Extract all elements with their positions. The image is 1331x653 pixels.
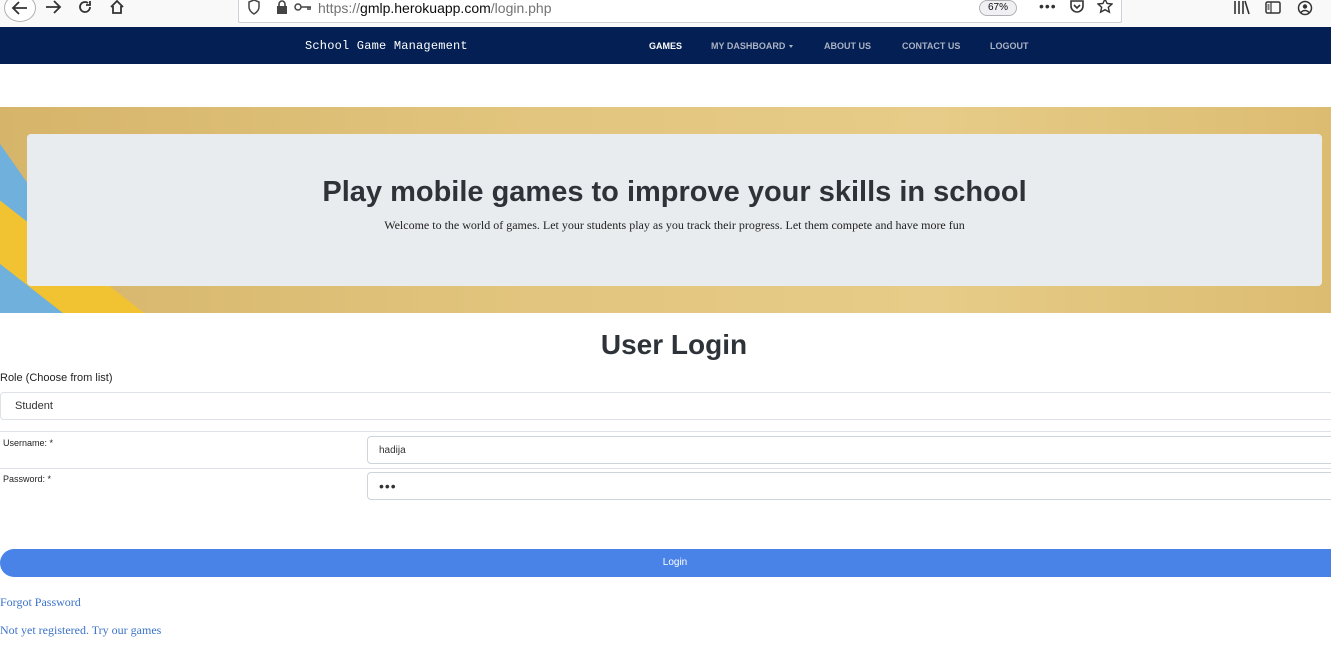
- page-actions-icon[interactable]: •••: [1039, 0, 1057, 14]
- username-label: Username: *: [3, 438, 54, 448]
- account-icon[interactable]: [1297, 0, 1313, 16]
- nav-contact-us[interactable]: CONTACT US: [902, 41, 960, 51]
- zoom-indicator[interactable]: 67%: [979, 0, 1017, 16]
- library-icon[interactable]: [1233, 0, 1251, 16]
- role-select[interactable]: Student: [0, 392, 1331, 420]
- sidebar-icon[interactable]: [1265, 0, 1281, 16]
- back-button[interactable]: [4, 0, 36, 22]
- nav-my-dashboard[interactable]: MY DASHBOARD: [711, 41, 794, 51]
- url-text[interactable]: https://gmlp.herokuapp.com/login.php: [318, 0, 552, 16]
- bookmark-star-icon[interactable]: [1097, 0, 1113, 14]
- jumbotron: Play mobile games to improve your skills…: [27, 134, 1322, 286]
- divider: [0, 468, 1331, 469]
- url-host: gmlp.herokuapp.com: [360, 0, 491, 16]
- password-field[interactable]: •••: [367, 472, 1331, 500]
- key-icon[interactable]: [294, 2, 312, 12]
- password-label: Password: *: [3, 474, 52, 484]
- address-bar[interactable]: https://gmlp.herokuapp.com/login.php 67%…: [238, 0, 1122, 23]
- hero-title: Play mobile games to improve your skills…: [322, 176, 1027, 208]
- arrow-right-icon: [46, 0, 62, 14]
- register-link[interactable]: Not yet registered. Try our games: [0, 623, 161, 638]
- url-path: /login.php: [490, 0, 552, 16]
- hero-banner: Play mobile games to improve your skills…: [0, 107, 1331, 313]
- site-navbar: School Game Management GAMES MY DASHBOAR…: [0, 27, 1331, 64]
- divider: [0, 431, 1331, 432]
- home-icon: [110, 0, 124, 14]
- arrow-left-icon: [11, 1, 27, 15]
- pocket-icon[interactable]: [1069, 0, 1085, 14]
- browser-toolbar: https://gmlp.herokuapp.com/login.php 67%…: [0, 0, 1331, 28]
- forgot-password-link[interactable]: Forgot Password: [0, 595, 81, 610]
- reload-button[interactable]: [74, 0, 96, 17]
- nav-games[interactable]: GAMES: [649, 41, 682, 51]
- nav-about-us[interactable]: ABOUT US: [824, 41, 871, 51]
- hero-subtitle: Welcome to the world of games. Let your …: [384, 218, 965, 232]
- shield-icon[interactable]: [247, 0, 261, 15]
- nav-logout[interactable]: LOGOUT: [990, 41, 1029, 51]
- role-label: Role (Choose from list): [0, 372, 113, 384]
- login-title: User Login: [600, 329, 748, 360]
- forward-button[interactable]: [42, 0, 64, 17]
- url-prefix: https://: [318, 0, 361, 16]
- username-field[interactable]: [367, 436, 1331, 464]
- brand-logo-text[interactable]: School Game Management: [305, 39, 468, 53]
- reload-icon: [79, 1, 91, 13]
- nav-my-dashboard-label: MY DASHBOARD: [711, 41, 786, 51]
- lock-icon[interactable]: [275, 0, 289, 15]
- caret-down-icon: [789, 45, 794, 49]
- login-button[interactable]: Login: [0, 549, 1331, 577]
- home-button[interactable]: [106, 0, 128, 17]
